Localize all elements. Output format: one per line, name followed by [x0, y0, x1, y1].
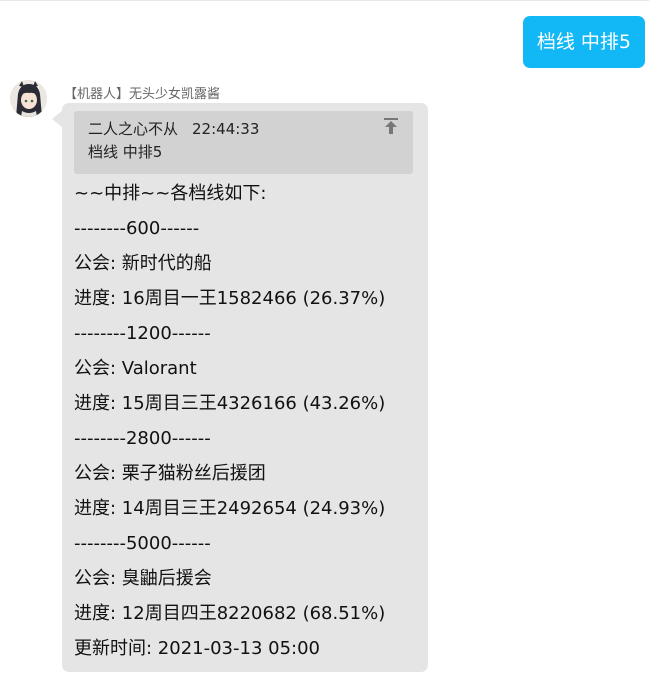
message-line: 进度: 14周目三王2492654 (24.93%): [74, 498, 386, 519]
avatar[interactable]: [10, 80, 47, 117]
jump-to-top-icon[interactable]: [381, 116, 401, 136]
message-line: --------2800------: [74, 428, 211, 449]
quoted-reply-text: 档线 中排5: [88, 143, 163, 161]
message-line: 公会: 栗子猫粉丝后援团: [74, 463, 266, 484]
message-line: 进度: 15周目三王4326166 (43.26%): [74, 393, 386, 414]
quoted-reply-sender: 二人之心不从: [88, 120, 179, 138]
outgoing-message-bubble[interactable]: 档线 中排5: [522, 16, 645, 68]
quoted-reply-header: 二人之心不从 22:44:33: [88, 118, 259, 139]
message-line: ~~中排~~各档线如下:: [74, 183, 267, 204]
message-line: 公会: Valorant: [74, 358, 197, 379]
message-line: --------600------: [74, 218, 200, 239]
outgoing-message-text: 档线 中排5: [536, 31, 631, 53]
message-line: --------5000------: [74, 533, 211, 554]
message-line: 更新时间: 2021-03-13 05:00: [74, 638, 320, 659]
quoted-reply[interactable]: 二人之心不从 22:44:33 档线 中排5: [74, 111, 413, 174]
anime-girl-avatar-icon: [10, 80, 47, 117]
message-body: ~~中排~~各档线如下: --------600------ 公会: 新时代的船…: [74, 176, 424, 666]
message-line: 进度: 12周目四王8220682 (68.51%): [74, 603, 386, 624]
sender-name[interactable]: 【机器人】无头少女凯露酱: [64, 83, 220, 102]
message-line: --------1200------: [74, 323, 211, 344]
top-divider: [0, 0, 649, 1]
message-line: 进度: 16周目一王1582466 (26.37%): [74, 288, 386, 309]
quoted-reply-time: 22:44:33: [192, 120, 260, 138]
message-line: 公会: 臭鼬后援会: [74, 568, 212, 589]
message-line: 公会: 新时代的船: [74, 253, 212, 274]
